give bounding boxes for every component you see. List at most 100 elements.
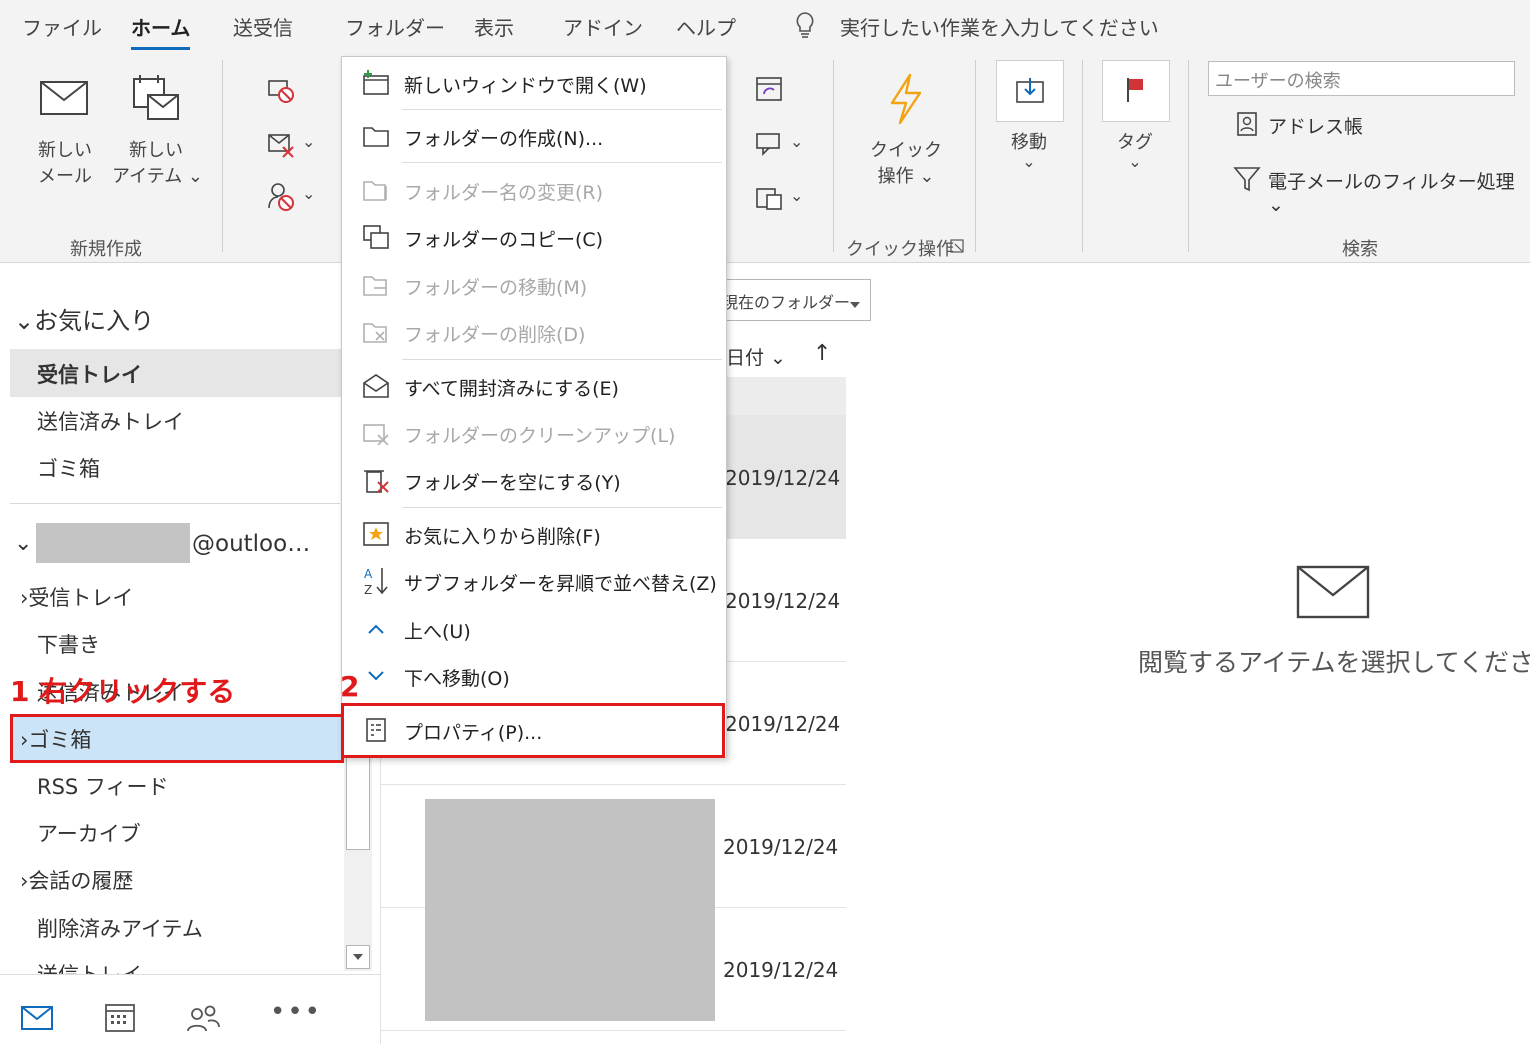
tab-view[interactable]: 表示: [474, 12, 514, 41]
svg-text:Z: Z: [364, 583, 372, 596]
new-window-icon: [362, 69, 390, 97]
quick-steps-label-1[interactable]: クイック: [866, 136, 946, 162]
menu-item-label: フォルダーの移動(M): [404, 277, 588, 299]
cleanup-dropdown-icon[interactable]: ⌄: [302, 132, 315, 151]
folder-outbox-clip: 送信トレイ: [0, 953, 344, 974]
junk-dropdown-icon[interactable]: ⌄: [302, 184, 315, 203]
new-item-label-1[interactable]: 新しい: [118, 136, 194, 162]
menu-new-folder[interactable]: フォルダーの作成(N)...: [342, 114, 726, 158]
cleanup-icon[interactable]: [266, 130, 296, 160]
tab-file[interactable]: ファイル: [22, 12, 102, 41]
menu-item-label: お気に入りから削除(F): [404, 526, 601, 548]
menu-separator: [402, 507, 722, 508]
account-name[interactable]: @outloo…: [192, 531, 310, 557]
meeting-icon[interactable]: [754, 72, 786, 104]
row-divider: [381, 1030, 846, 1031]
account-chevron-icon[interactable]: ⌄: [14, 531, 32, 556]
menu-remove-from-favorites[interactable]: お気に入りから削除(F): [342, 512, 726, 556]
mail-nav-icon[interactable]: [20, 1005, 54, 1035]
sort-by-date[interactable]: 日付 ⌄: [726, 343, 786, 370]
search-scope-dropdown[interactable]: 現在のフォルダー: [721, 279, 871, 321]
tell-me-search[interactable]: 実行したい作業を入力してください: [840, 12, 1159, 41]
menu-move-down[interactable]: 下へ移動(O): [342, 654, 726, 698]
new-mail-label-1[interactable]: 新しい: [30, 136, 100, 162]
new-folder-icon: [362, 122, 390, 150]
more-respond-dropdown-icon[interactable]: ⌄: [790, 186, 803, 205]
sort-direction-icon[interactable]: ↑: [813, 341, 831, 366]
folder-deleted[interactable]: 削除済みアイテム: [37, 913, 203, 943]
menu-separator: [402, 109, 722, 110]
folder-archive[interactable]: アーカイブ: [37, 818, 141, 848]
move-label[interactable]: 移動: [996, 128, 1062, 154]
tab-folder[interactable]: フォルダー: [345, 12, 445, 41]
favorites-header[interactable]: ⌄お気に入り: [14, 301, 154, 336]
folder-drafts[interactable]: 下書き: [37, 629, 100, 659]
ignore-icon[interactable]: [266, 76, 296, 106]
sort-az-icon: AZ: [362, 567, 390, 596]
more-respond-icon[interactable]: [754, 182, 786, 214]
menu-sort-subfolders[interactable]: AZ サブフォルダーを昇順で並べ替え(Z): [342, 559, 726, 603]
lightning-icon[interactable]: [884, 72, 928, 126]
scroll-down-icon[interactable]: [346, 945, 370, 969]
list-group-header: [721, 377, 846, 415]
folder-rss[interactable]: RSS フィード: [37, 771, 169, 801]
favorite-sent[interactable]: 送信済みトレイ: [37, 406, 184, 436]
menu-item-label: 上へ(U): [404, 621, 471, 643]
tab-addins[interactable]: アドイン: [563, 12, 643, 41]
open-envelope-icon: [362, 372, 390, 400]
quick-steps-label-2[interactable]: 操作 ⌄: [860, 162, 952, 188]
menu-clean-up-folder: フォルダーのクリーンアップ(L): [342, 411, 726, 455]
filter-email-label[interactable]: 電子メールのフィルター処理 ⌄: [1268, 167, 1530, 216]
delete-folder-icon: [362, 318, 390, 346]
chevron-up-icon: [362, 615, 390, 643]
menu-item-label: 新しいウィンドウで開く(W): [404, 75, 647, 97]
tags-dropdown-icon[interactable]: ⌄: [1102, 152, 1168, 171]
account-name-redacted: [36, 523, 190, 563]
search-people-input[interactable]: ユーザーの検索: [1208, 61, 1515, 96]
menu-item-label: フォルダーのコピー(C): [404, 229, 604, 251]
address-book-label[interactable]: アドレス帳: [1268, 112, 1363, 139]
folder-outbox[interactable]: 送信トレイ: [37, 959, 142, 974]
new-item-icon: [128, 72, 184, 124]
address-book-icon[interactable]: [1234, 110, 1260, 138]
folder-conversation-history[interactable]: ›会話の履歴: [20, 865, 133, 895]
dialog-launcher-icon[interactable]: [950, 238, 964, 257]
favorite-inbox[interactable]: 受信トレイ: [37, 359, 142, 389]
menu-move-folder: フォルダーの移動(M): [342, 263, 726, 307]
rename-folder-icon: [362, 176, 390, 204]
favorite-trash[interactable]: ゴミ箱: [37, 453, 100, 483]
filter-icon[interactable]: [1232, 164, 1262, 194]
menu-open-new-window[interactable]: 新しいウィンドウで開く(W): [342, 61, 726, 105]
new-mail-label-2[interactable]: メール: [30, 162, 100, 188]
ribbon-divider: [1082, 60, 1083, 252]
group-new-label: 新規作成: [70, 239, 142, 260]
im-dropdown-icon[interactable]: ⌄: [790, 132, 803, 151]
tab-help[interactable]: ヘルプ: [676, 12, 736, 41]
menu-delete-folder: フォルダーの削除(D): [342, 310, 726, 354]
menu-move-up[interactable]: 上へ(U): [342, 607, 726, 651]
group-quick-label: クイック操作: [846, 239, 954, 260]
new-mail-icon: [38, 78, 90, 118]
menu-empty-folder[interactable]: フォルダーを空にする(Y): [342, 458, 726, 502]
tab-home[interactable]: ホーム: [131, 12, 191, 50]
svg-text:A: A: [364, 567, 373, 581]
message-date: 2019/12/24: [725, 589, 841, 613]
move-dropdown-icon[interactable]: ⌄: [996, 152, 1062, 171]
step1-highlight-box: [10, 714, 344, 763]
step2-highlight-box: [341, 703, 725, 758]
people-nav-icon[interactable]: [186, 1003, 220, 1037]
calendar-nav-icon[interactable]: [104, 1001, 136, 1037]
tags-button[interactable]: [1102, 60, 1170, 122]
menu-mark-all-read[interactable]: すべて開封済みにする(E): [342, 364, 726, 408]
move-button[interactable]: [996, 60, 1064, 122]
menu-copy-folder[interactable]: フォルダーのコピー(C): [342, 215, 726, 259]
tags-label[interactable]: タグ: [1102, 128, 1168, 154]
empty-folder-icon: [362, 466, 390, 494]
folder-inbox[interactable]: ›受信トレイ: [20, 582, 133, 612]
new-item-label-2[interactable]: アイテム ⌄: [112, 162, 203, 188]
more-nav-icon[interactable]: •••: [270, 997, 322, 1027]
im-reply-icon[interactable]: [754, 128, 786, 160]
menu-item-label: すべて開封済みにする(E): [404, 378, 619, 400]
tab-send-receive[interactable]: 送受信: [233, 12, 293, 41]
junk-icon[interactable]: [266, 182, 296, 212]
